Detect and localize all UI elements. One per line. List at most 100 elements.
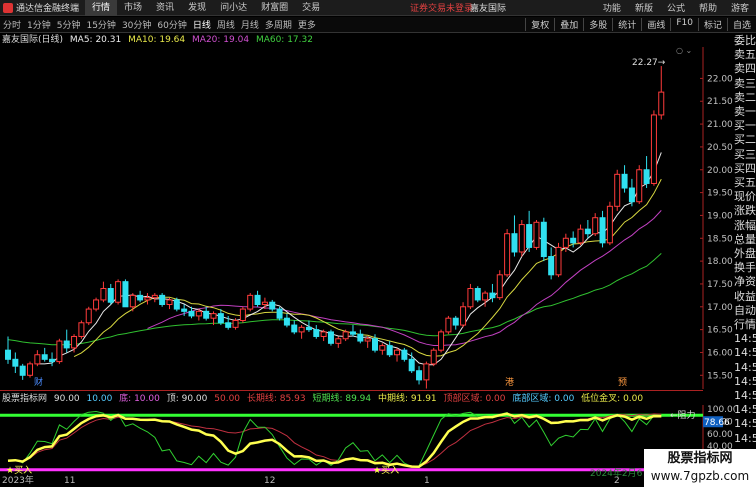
period-0[interactable]: 分时 — [0, 18, 24, 31]
candle — [357, 329, 364, 344]
period-10[interactable]: 更多 — [295, 18, 319, 31]
sidebar-item-17[interactable]: 净资 — [734, 275, 756, 289]
menu-0[interactable]: 行情 — [85, 0, 118, 16]
sidebar-item-6[interactable]: 买一 — [734, 119, 756, 133]
sidebar-item-9[interactable]: 买四 — [734, 162, 756, 176]
sidebar-item-14[interactable]: 总量 — [734, 233, 756, 247]
sidebar-item-22[interactable]: 14:50 — [734, 346, 756, 360]
sidebar-item-1[interactable]: 卖五 — [734, 48, 756, 62]
tool-7[interactable]: 自选 — [726, 18, 756, 31]
resistance-label: ←阻力 — [670, 409, 696, 421]
candle — [129, 293, 136, 312]
right-menu: 功能 新版 公式 帮助 游客 — [596, 1, 756, 14]
sidebar-item-27[interactable]: 14:50 — [734, 417, 756, 431]
indicator-header: 股票指标网 90.00 10.00 底: 10.00 顶: 90.00 50.0… — [2, 393, 643, 405]
candle — [269, 299, 276, 312]
candle — [592, 213, 599, 236]
period-8[interactable]: 月线 — [238, 18, 262, 31]
right-menu-3[interactable]: 帮助 — [699, 1, 717, 14]
tool-4[interactable]: 画线 — [641, 18, 670, 31]
sidebar-item-26[interactable]: 14:50 — [734, 403, 756, 417]
chart-header: 嘉友国际(日线) MA5: 20.31 MA10: 19.64 MA20: 19… — [0, 34, 313, 46]
sidebar-item-4[interactable]: 卖二 — [734, 91, 756, 105]
ind-top-line: 顶: 90.00 — [166, 394, 208, 404]
y-tick-label: 15.50 — [707, 371, 733, 381]
sidebar-item-15[interactable]: 外盘 — [734, 247, 756, 261]
candlestick-chart[interactable]: 22.00 21.50 21.00 20.50 20.00 19.50 19.00 18.50… — [0, 47, 735, 389]
ind-top-zone: 顶部区域: 0.00 — [443, 394, 506, 404]
sidebar-item-28[interactable]: 14:50 — [734, 432, 756, 446]
period-6[interactable]: 日线 — [190, 18, 214, 31]
candle — [518, 220, 525, 257]
watermark: 股票指标网 www.7gpzb.com — [644, 449, 756, 487]
period-5[interactable]: 60分钟 — [154, 18, 189, 31]
menu-2[interactable]: 资讯 — [149, 0, 181, 16]
sidebar-item-3[interactable]: 卖三 — [734, 77, 756, 91]
x-tick-3: 1 — [424, 476, 430, 486]
candle — [239, 306, 246, 323]
candle — [107, 283, 114, 305]
sidebar-item-16[interactable]: 换手 — [734, 261, 756, 275]
sidebar-item-7[interactable]: 买二 — [734, 133, 756, 147]
ind-bottom-zone: 底部区域: 0.00 — [512, 394, 575, 404]
candle — [335, 336, 342, 348]
period-2[interactable]: 5分钟 — [54, 18, 84, 31]
candle — [56, 338, 63, 364]
sidebar-item-18[interactable]: 收益 — [734, 290, 756, 304]
sidebar-item-2[interactable]: 卖四 — [734, 62, 756, 76]
tool-3[interactable]: 统计 — [612, 18, 641, 31]
settings-icon[interactable]: ○ ⌄ — [676, 47, 692, 55]
sidebar-item-19[interactable]: 自动 — [734, 304, 756, 318]
candle — [460, 302, 467, 328]
sidebar-item-10[interactable]: 买五 — [734, 176, 756, 190]
right-menu-0[interactable]: 功能 — [603, 1, 621, 14]
period-9[interactable]: 多周期 — [262, 18, 295, 31]
panel-separator — [0, 390, 703, 391]
tool-1[interactable]: 叠加 — [554, 18, 583, 31]
sidebar-item-0[interactable]: 委比 — [734, 34, 756, 48]
ind-mid-line: 中期线: 91.91 — [378, 394, 437, 404]
menu-3[interactable]: 发现 — [181, 0, 213, 16]
menu-1[interactable]: 市场 — [117, 0, 149, 16]
period-1[interactable]: 1分钟 — [24, 18, 54, 31]
ma10-line — [73, 178, 662, 358]
indicator-name: 股票指标网 — [2, 394, 48, 404]
sidebar-item-20[interactable]: 行情 — [734, 318, 756, 332]
sidebar-item-12[interactable]: 涨跌 — [734, 204, 756, 218]
sidebar-item-8[interactable]: 买三 — [734, 148, 756, 162]
y-tick-label: 16.50 — [707, 326, 733, 336]
sidebar-item-25[interactable]: 14:50 — [734, 389, 756, 403]
sidebar-item-23[interactable]: 14:50 — [734, 361, 756, 375]
tool-5[interactable]: F10 — [670, 18, 698, 31]
menu-4[interactable]: 问小达 — [213, 0, 254, 16]
period-4[interactable]: 30分钟 — [119, 18, 154, 31]
sidebar-item-24[interactable]: 14:50 — [734, 375, 756, 389]
event-marker-yu[interactable]: 预 — [618, 377, 627, 388]
title-bar: 通达信金融终端 行情 市场 资讯 发现 问小达 财富圈 交易 证券交易未登录 嘉友国际 功能… — [0, 0, 756, 16]
right-menu-4[interactable]: 游客 — [731, 1, 749, 14]
candle — [496, 270, 503, 300]
short-line — [7, 410, 662, 467]
menu-6[interactable]: 交易 — [295, 0, 327, 16]
y-tick-label: 20.50 — [707, 143, 733, 153]
y-tick-label: 20.00 — [707, 166, 733, 176]
sidebar-item-13[interactable]: 涨幅 — [734, 219, 756, 233]
tool-0[interactable]: 复权 — [525, 18, 554, 31]
menu-5[interactable]: 财富圈 — [254, 0, 295, 16]
ind-value-1: 90.00 — [53, 394, 80, 404]
ind-value-3: 50.00 — [214, 394, 241, 404]
tool-6[interactable]: 标记 — [697, 18, 727, 31]
period-3[interactable]: 15分钟 — [83, 18, 118, 31]
login-warning[interactable]: 证券交易未登录 — [410, 1, 473, 14]
tool-2[interactable]: 多股 — [583, 18, 612, 31]
sidebar-item-5[interactable]: 卖一 — [734, 105, 756, 119]
event-marker-gang[interactable]: 港 — [505, 376, 514, 388]
sidebar-item-11[interactable]: 现价 — [734, 190, 756, 204]
event-marker-cai[interactable]: 财 — [34, 376, 43, 388]
candle — [34, 350, 41, 367]
period-7[interactable]: 周线 — [214, 18, 238, 31]
sidebar-item-21[interactable]: 14:50 — [734, 332, 756, 346]
candle — [313, 325, 320, 339]
right-menu-1[interactable]: 新版 — [635, 1, 653, 14]
right-menu-2[interactable]: 公式 — [667, 1, 685, 14]
